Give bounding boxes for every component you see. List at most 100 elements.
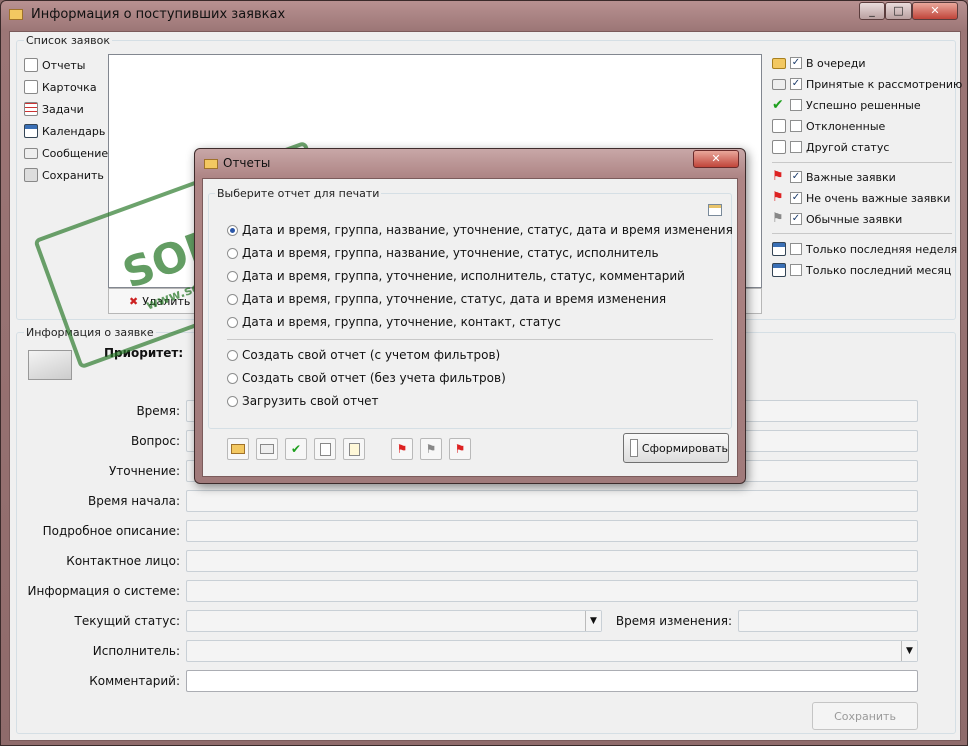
description-label: Подробное описание: (42, 524, 180, 538)
checkbox[interactable]: ✓ (790, 57, 802, 69)
card-icon (24, 80, 38, 94)
executor-dropdown[interactable]: ▼ (186, 640, 918, 662)
document-icon (630, 439, 638, 457)
contact-field[interactable] (186, 550, 918, 572)
radio[interactable] (227, 316, 238, 328)
checkbox[interactable] (790, 243, 802, 255)
flag-icon: ⚑ (772, 190, 784, 205)
flag-important-icon: ⚑ (772, 169, 784, 184)
toggle-queued-button[interactable] (227, 438, 249, 460)
checkbox[interactable] (790, 99, 802, 111)
radio[interactable] (227, 395, 238, 407)
report-option-3[interactable]: Дата и время, группа, уточнение, исполни… (227, 269, 685, 283)
radio[interactable] (227, 270, 238, 282)
filter-important[interactable]: ⚑ ✓ Важные заявки (772, 168, 896, 186)
filter-accepted[interactable]: ✓ Принятые к рассмотрению (772, 75, 962, 93)
report-option-5[interactable]: Дата и время, группа, уточнение, контакт… (227, 315, 561, 329)
toggle-accepted-button[interactable] (256, 438, 278, 460)
start-time-field[interactable] (186, 490, 918, 512)
radio[interactable] (227, 293, 238, 305)
contact-label: Контактное лицо: (66, 554, 180, 568)
envelope-icon (772, 78, 786, 90)
dialog-title: Отчеты (223, 156, 271, 170)
time-label: Время: (136, 404, 180, 418)
flag-icon: ⚑ (454, 442, 466, 456)
settings-icon[interactable] (708, 204, 722, 216)
filter-last-week[interactable]: Только последняя неделя (772, 240, 957, 258)
minimize-button[interactable]: _ (859, 2, 885, 20)
envelope-icon (772, 57, 786, 69)
report-option-1[interactable]: Дата и время, группа, название, уточнени… (227, 223, 733, 237)
checkmark-icon: ✔ (772, 97, 784, 113)
dialog-client: Выберите отчет для печати Дата и время, … (202, 178, 738, 477)
checkbox[interactable]: ✓ (790, 192, 802, 204)
sidebar-item-calendar[interactable]: Календарь (24, 122, 105, 140)
envelope-large-icon (28, 350, 72, 380)
radio[interactable] (227, 247, 238, 259)
sidebar-item-card[interactable]: Карточка (24, 78, 97, 96)
envelope-icon (204, 159, 218, 169)
flag-gray-icon: ⚑ (772, 211, 784, 226)
radio[interactable] (227, 372, 238, 384)
flag-important-icon: ⚑ (396, 442, 408, 456)
filter-not-important[interactable]: ⚑ ✓ Не очень важные заявки (772, 189, 950, 207)
filters-separator (772, 162, 952, 163)
checkmark-icon: ✔ (290, 442, 302, 456)
envelope-icon (260, 444, 274, 454)
save-button[interactable]: Сохранить (812, 702, 918, 730)
radio[interactable] (227, 349, 238, 361)
checkbox[interactable]: ✓ (790, 78, 802, 90)
filter-normal[interactable]: ⚑ ✓ Обычные заявки (772, 210, 902, 228)
change-time-field[interactable] (738, 610, 918, 632)
dialog-close-button[interactable]: ✕ (693, 150, 739, 168)
generate-button[interactable]: Сформировать (623, 433, 729, 463)
load-report[interactable]: Загрузить свой отчет (227, 394, 379, 408)
chevron-down-icon[interactable]: ▼ (901, 641, 917, 661)
checkbox[interactable] (790, 264, 802, 276)
sidebar-item-message[interactable]: Сообщение (24, 144, 108, 162)
list-group-legend: Список заявок (24, 34, 113, 47)
toggle-important-button[interactable]: ⚑ (391, 438, 413, 460)
sidebar-item-tasks[interactable]: Задачи (24, 100, 84, 118)
checkbox[interactable] (790, 141, 802, 153)
sidebar-item-reports[interactable]: Отчеты (24, 56, 85, 74)
custom-report-unfiltered[interactable]: Создать свой отчет (без учета фильтров) (227, 371, 506, 385)
other-doc-icon (348, 442, 360, 456)
dialog-separator (227, 339, 713, 340)
report-option-2[interactable]: Дата и время, группа, название, уточнени… (227, 246, 659, 260)
chevron-down-icon[interactable]: ▼ (585, 611, 601, 631)
start-time-label: Время начала: (87, 494, 180, 508)
maximize-button[interactable]: □ (885, 2, 912, 20)
rejected-doc-icon (319, 442, 331, 456)
question-label: Вопрос: (130, 434, 180, 448)
system-info-field[interactable] (186, 580, 918, 602)
current-status-dropdown[interactable]: ▼ (186, 610, 602, 632)
checkbox[interactable] (790, 120, 802, 132)
tasks-icon (24, 102, 38, 116)
change-time-label: Время изменения: (615, 614, 732, 628)
toggle-normal-button[interactable]: ⚑ (420, 438, 442, 460)
custom-report-filtered[interactable]: Создать свой отчет (с учетом фильтров) (227, 348, 500, 362)
checkbox[interactable]: ✓ (790, 213, 802, 225)
toggle-solved-button[interactable]: ✔ (285, 438, 307, 460)
comment-input[interactable] (186, 670, 918, 692)
filter-queued[interactable]: ✓ В очереди (772, 54, 866, 72)
toggle-not-important-button[interactable]: ⚑ (449, 438, 471, 460)
radio[interactable] (227, 224, 238, 236)
checkbox[interactable]: ✓ (790, 171, 802, 183)
close-button[interactable]: ✕ (912, 2, 958, 20)
toggle-other-button[interactable] (343, 438, 365, 460)
report-group-legend: Выберите отчет для печати (215, 187, 382, 200)
current-status-label: Текущий статус: (74, 614, 180, 628)
filter-last-month[interactable]: Только последний месяц (772, 261, 951, 279)
filter-rejected[interactable]: Отклоненные (772, 117, 885, 135)
description-field[interactable] (186, 520, 918, 542)
sidebar-item-save[interactable]: Сохранить (24, 166, 104, 184)
filters-separator (772, 233, 952, 234)
system-info-label: Информация о системе: (27, 584, 180, 598)
executor-label: Исполнитель: (92, 644, 180, 658)
toggle-rejected-button[interactable] (314, 438, 336, 460)
filter-other[interactable]: Другой статус (772, 138, 889, 156)
filter-solved[interactable]: ✔ Успешно решенные (772, 96, 921, 114)
report-option-4[interactable]: Дата и время, группа, уточнение, статус,… (227, 292, 666, 306)
